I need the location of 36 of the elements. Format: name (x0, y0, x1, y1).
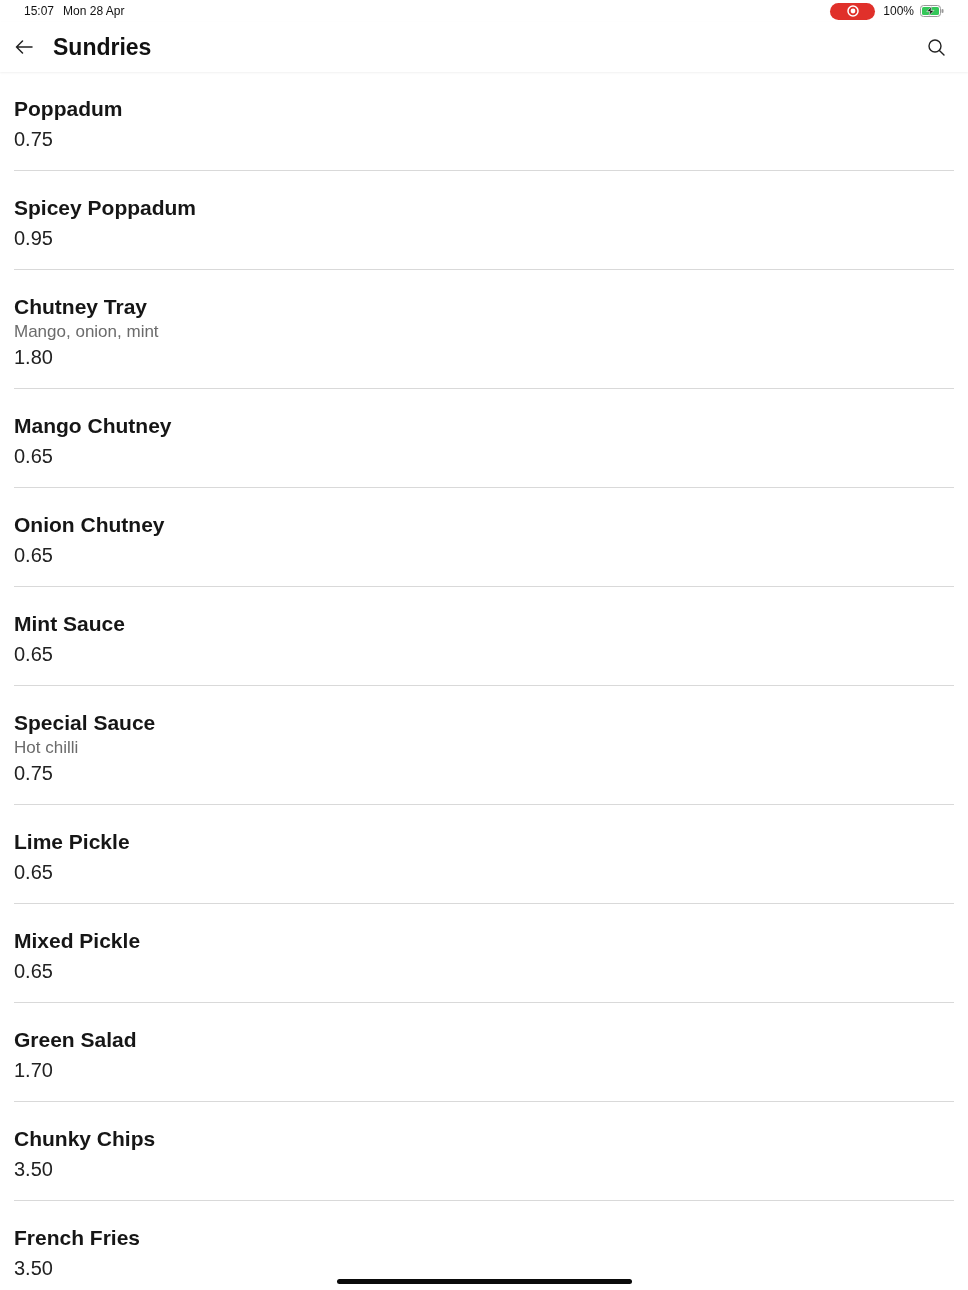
item-name: Poppadum (14, 96, 123, 122)
item-description: Hot chilli (14, 738, 79, 758)
item-price: 0.95 (14, 226, 53, 251)
status-time: 15:07 (24, 4, 55, 18)
item-name: French Fries (14, 1225, 141, 1251)
item-price: 1.80 (14, 345, 53, 370)
item-name: Mixed Pickle (14, 928, 141, 954)
item-name: Chutney Tray (14, 294, 148, 320)
item-price: 1.70 (14, 1058, 53, 1083)
item-name: Chunky Chips (14, 1126, 156, 1152)
item-price: 3.50 (14, 1157, 53, 1182)
item-name: Mango Chutney (14, 413, 172, 439)
item-description: Mango, onion, mint (14, 322, 159, 342)
item-price: 0.65 (14, 642, 53, 667)
item-name: Spicey Poppadum (14, 195, 197, 221)
status-date: Mon 28 Apr (63, 4, 125, 18)
item-name: Onion Chutney (14, 512, 165, 538)
item-name: Mint Sauce (14, 611, 125, 637)
item-name: Green Salad (14, 1027, 137, 1053)
item-price: 0.75 (14, 127, 53, 152)
item-price: 0.75 (14, 761, 53, 786)
back-button[interactable] (14, 37, 34, 57)
battery-percentage: 100% (883, 4, 914, 18)
item-price: 0.65 (14, 543, 53, 568)
search-icon (927, 38, 945, 56)
page-title: Sundries (53, 33, 152, 61)
item-name: Special Sauce (14, 710, 156, 736)
item-price: 0.65 (14, 959, 53, 984)
item-price: 3.50 (14, 1256, 53, 1281)
back-arrow-icon (15, 40, 33, 54)
item-price: 0.65 (14, 444, 53, 469)
record-icon (846, 5, 859, 17)
search-button[interactable] (926, 37, 946, 57)
item-price: 0.65 (14, 860, 53, 885)
recording-indicator[interactable] (830, 2, 876, 20)
item-name: Lime Pickle (14, 829, 130, 855)
